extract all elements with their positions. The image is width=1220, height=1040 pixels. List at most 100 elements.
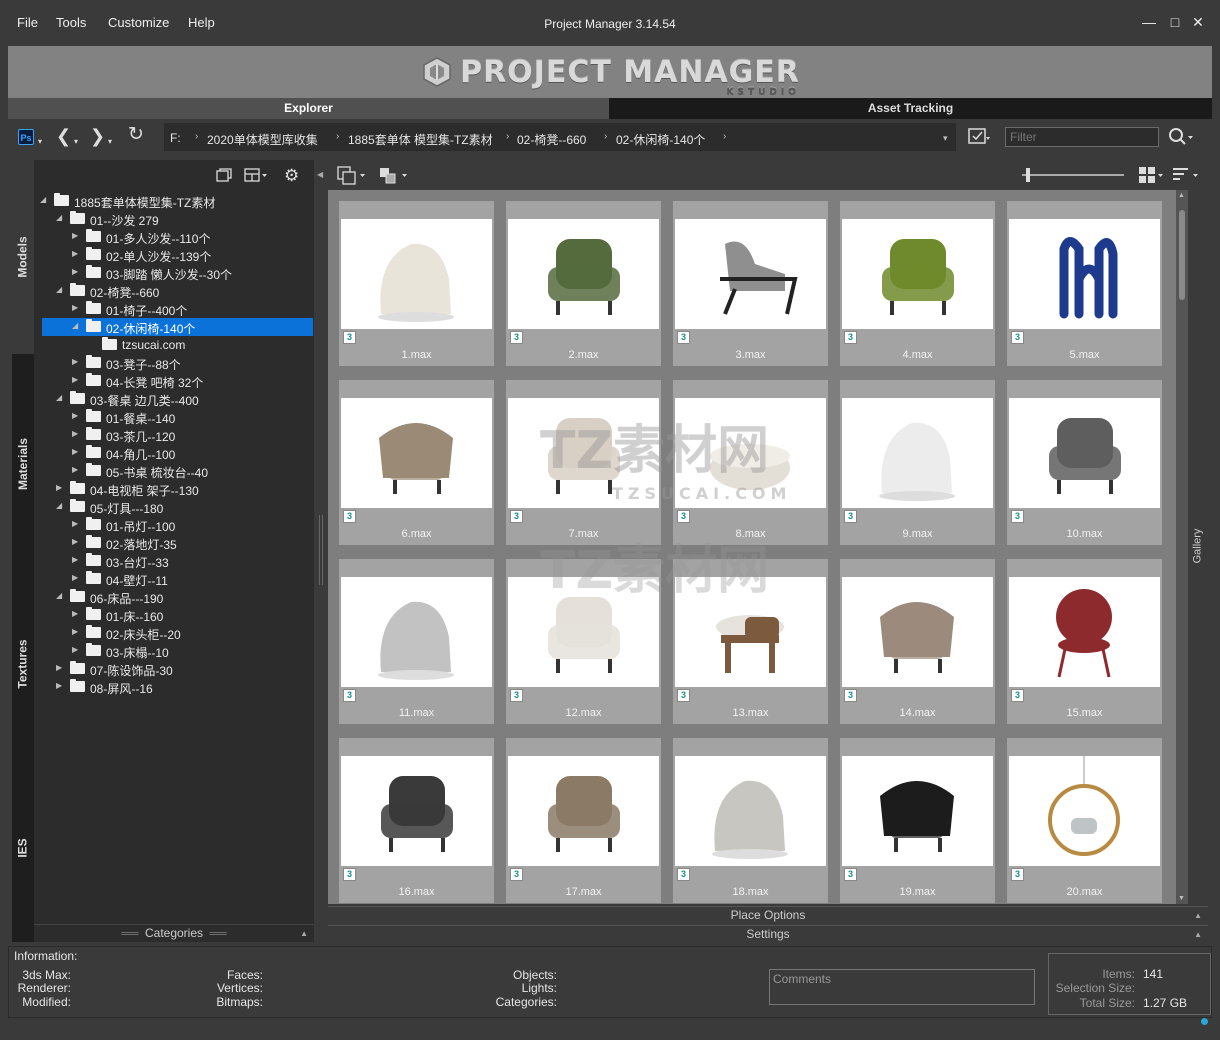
collapsed-arrow-icon[interactable]: ▶ bbox=[72, 465, 78, 474]
tab-explorer[interactable]: Explorer bbox=[8, 98, 609, 119]
breadcrumb-item[interactable]: 1885套单体 模型集-TZ素材 bbox=[348, 131, 493, 148]
tree-item[interactable]: ◢ 05-灯具---180 bbox=[34, 498, 314, 516]
breadcrumb-item[interactable]: 02-休闲椅-140个 bbox=[616, 131, 705, 148]
thumbnail-item[interactable]: 3 16.max bbox=[339, 738, 494, 903]
thumbnail-size-slider[interactable] bbox=[1022, 174, 1124, 176]
collapsed-arrow-icon[interactable]: ▶ bbox=[72, 411, 78, 420]
filter-input[interactable] bbox=[1005, 127, 1159, 147]
thumbnail-image[interactable] bbox=[675, 756, 826, 866]
tree-item[interactable]: ▶ 04-电视柜 架子--130 bbox=[34, 480, 314, 498]
tree-item[interactable]: ▶ 02-单人沙发--139个 bbox=[34, 246, 314, 264]
thumbnail-image[interactable] bbox=[1009, 219, 1160, 329]
new-window-icon[interactable] bbox=[216, 168, 232, 185]
slider-handle[interactable] bbox=[1026, 168, 1030, 182]
expand-up-icon[interactable]: ▲ bbox=[1194, 907, 1202, 924]
path-dropdown-icon[interactable]: ▾ bbox=[943, 133, 948, 144]
collapsed-arrow-icon[interactable]: ▶ bbox=[72, 645, 78, 654]
collapsed-arrow-icon[interactable]: ▶ bbox=[72, 303, 78, 312]
expanded-arrow-icon[interactable]: ◢ bbox=[56, 393, 62, 402]
forward-dropdown-icon[interactable]: ▾ bbox=[108, 133, 112, 151]
expanded-arrow-icon[interactable]: ◢ bbox=[40, 195, 46, 204]
tree-item[interactable]: ◢ 02-椅凳--660 bbox=[34, 282, 314, 300]
thumbnail-item[interactable]: 3 5.max bbox=[1007, 201, 1162, 366]
chevron-right-icon[interactable]: › bbox=[195, 131, 198, 142]
tree-item[interactable]: ▶ 01-椅子--400个 bbox=[34, 300, 314, 318]
thumbnail-image[interactable] bbox=[675, 398, 826, 508]
thumbnail-item[interactable]: 3 4.max bbox=[840, 201, 995, 366]
collapsed-arrow-icon[interactable]: ▶ bbox=[72, 375, 78, 384]
thumbnail-item[interactable]: 3 12.max bbox=[506, 559, 661, 724]
collapsed-arrow-icon[interactable]: ▶ bbox=[72, 573, 78, 582]
tab-asset-tracking[interactable]: Asset Tracking bbox=[609, 98, 1212, 119]
search-icon[interactable] bbox=[1168, 127, 1194, 150]
back-arrow-icon[interactable]: ❮ bbox=[56, 127, 71, 145]
thumbnail-image[interactable] bbox=[341, 577, 492, 687]
scroll-down-icon[interactable]: ▼ bbox=[1178, 895, 1185, 902]
tree-item[interactable]: ◢ 01--沙发 279 bbox=[34, 210, 314, 228]
thumbnail-item[interactable]: 3 8.max bbox=[673, 380, 828, 545]
collapsed-arrow-icon[interactable]: ▶ bbox=[72, 555, 78, 564]
expanded-arrow-icon[interactable]: ◢ bbox=[72, 321, 78, 330]
refresh-icon[interactable]: ↻ bbox=[128, 125, 144, 144]
forward-arrow-icon[interactable]: ❯ bbox=[90, 127, 105, 145]
thumbnail-image[interactable] bbox=[508, 398, 659, 508]
tree-item[interactable]: ▶ 04-壁灯--11 bbox=[34, 570, 314, 588]
tree-item[interactable]: ▶ 07-陈设饰品-30 bbox=[34, 660, 314, 678]
maximize-button[interactable]: □ bbox=[1166, 14, 1184, 30]
thumbnail-item[interactable]: 3 14.max bbox=[840, 559, 995, 724]
thumbnail-image[interactable] bbox=[842, 756, 993, 866]
thumbnail-item[interactable]: 3 1.max bbox=[339, 201, 494, 366]
categories-footer[interactable]: ══ Categories ══ ▲ bbox=[34, 924, 314, 942]
expanded-arrow-icon[interactable]: ◢ bbox=[56, 213, 62, 222]
expanded-arrow-icon[interactable]: ◢ bbox=[56, 501, 62, 510]
tree-item[interactable]: ▶ 03-床榻--10 bbox=[34, 642, 314, 660]
settings-gear-icon[interactable]: ⚙ bbox=[284, 166, 299, 186]
thumbnail-image[interactable] bbox=[1009, 398, 1160, 508]
tree-item[interactable]: ◢ 1885套单体模型集-TZ素材 bbox=[34, 192, 314, 210]
tree-item[interactable]: ▶ 05-书桌 梳妆台--40 bbox=[34, 462, 314, 480]
tree-item[interactable]: ▶ 03-凳子--88个 bbox=[34, 354, 314, 372]
gallery-side-tab[interactable]: Gallery bbox=[1188, 190, 1208, 904]
collapse-up-icon[interactable]: ▲ bbox=[300, 925, 308, 942]
sort-icon[interactable] bbox=[1172, 166, 1200, 187]
tree-item[interactable]: ▶ 04-长凳 吧椅 32个 bbox=[34, 372, 314, 390]
tab-textures[interactable]: Textures bbox=[12, 574, 34, 754]
collapsed-arrow-icon[interactable]: ▶ bbox=[56, 663, 62, 672]
chevron-right-icon[interactable]: › bbox=[604, 131, 607, 142]
collapsed-arrow-icon[interactable]: ▶ bbox=[56, 681, 62, 690]
sync-icon[interactable] bbox=[336, 165, 368, 188]
chevron-right-icon[interactable]: › bbox=[506, 131, 509, 142]
thumbnail-image[interactable] bbox=[675, 577, 826, 687]
grid-view-icon[interactable] bbox=[1138, 166, 1164, 187]
tree-item[interactable]: ▶ 08-屏风--16 bbox=[34, 678, 314, 696]
expand-up-icon[interactable]: ▲ bbox=[1194, 926, 1202, 943]
thumbnail-item[interactable]: 3 6.max bbox=[339, 380, 494, 545]
comments-field[interactable]: Comments bbox=[769, 969, 1035, 1005]
breadcrumb[interactable]: F: › 2020单体模型库收集 › 1885套单体 模型集-TZ素材 › 02… bbox=[164, 123, 956, 151]
tree-item[interactable]: ▶ 01-餐桌--140 bbox=[34, 408, 314, 426]
collapsed-arrow-icon[interactable]: ▶ bbox=[72, 357, 78, 366]
thumbnail-item[interactable]: 3 10.max bbox=[1007, 380, 1162, 545]
scrollbar-thumb[interactable] bbox=[1179, 210, 1185, 300]
tree-item[interactable]: ◢ 02-休闲椅-140个 bbox=[42, 318, 313, 336]
thumbnail-item[interactable]: 3 18.max bbox=[673, 738, 828, 903]
thumbnail-image[interactable] bbox=[508, 577, 659, 687]
panel-splitter[interactable]: ◀ bbox=[314, 160, 328, 942]
thumbnail-image[interactable] bbox=[1009, 756, 1160, 866]
object-cubes-icon[interactable] bbox=[378, 165, 410, 188]
tree-item[interactable]: ▶ 01-多人沙发--110个 bbox=[34, 228, 314, 246]
collapsed-arrow-icon[interactable]: ▶ bbox=[72, 429, 78, 438]
thumbnail-image[interactable] bbox=[341, 219, 492, 329]
thumbnail-item[interactable]: 3 9.max bbox=[840, 380, 995, 545]
tab-materials[interactable]: Materials bbox=[12, 354, 34, 574]
place-options-section[interactable]: Place Options ▲ bbox=[328, 906, 1208, 924]
thumbnail-item[interactable]: 3 13.max bbox=[673, 559, 828, 724]
settings-section[interactable]: Settings ▲ bbox=[328, 925, 1208, 943]
tab-ies[interactable]: IES bbox=[12, 754, 34, 942]
minimize-button[interactable]: — bbox=[1140, 14, 1158, 30]
thumbnail-image[interactable] bbox=[1009, 577, 1160, 687]
thumbnail-item[interactable]: 3 3.max bbox=[673, 201, 828, 366]
collapsed-arrow-icon[interactable]: ▶ bbox=[72, 627, 78, 636]
thumbnail-image[interactable] bbox=[341, 398, 492, 508]
tree-item[interactable]: ▶ 03-脚踏 懒人沙发--30个 bbox=[34, 264, 314, 282]
